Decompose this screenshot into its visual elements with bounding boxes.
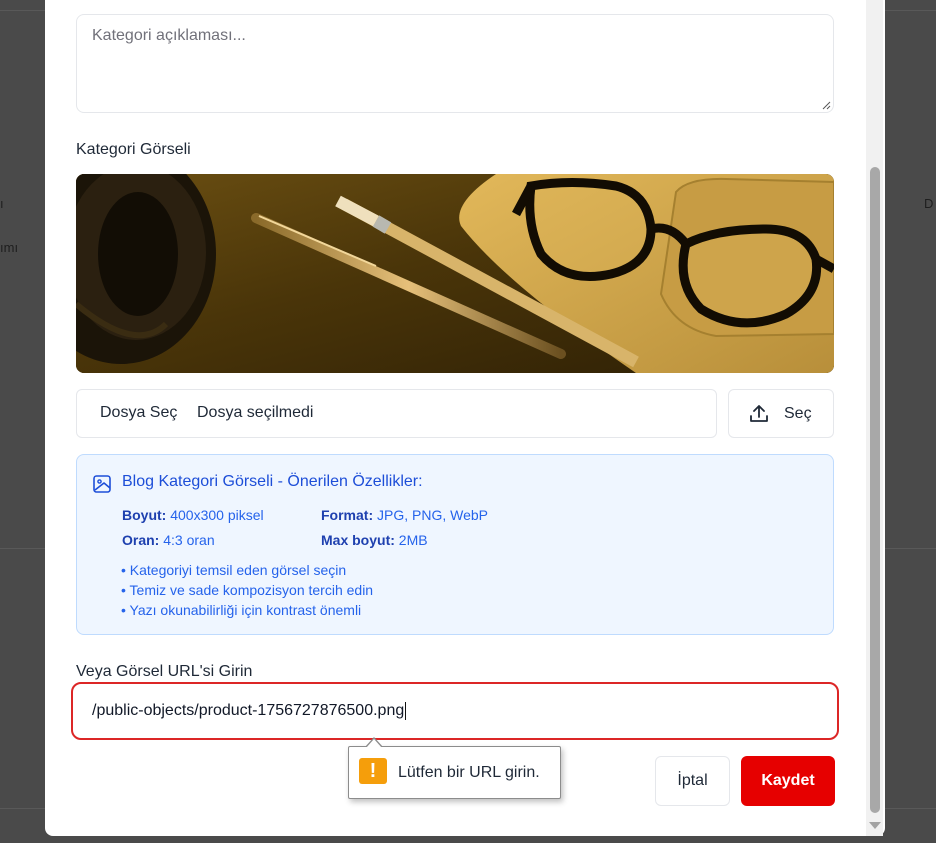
- image-guidelines-box: Blog Kategori Görseli - Önerilen Özellik…: [76, 454, 834, 635]
- validation-message: Lütfen bir URL girin.: [398, 764, 540, 781]
- spec-size-label: Boyut:: [122, 507, 167, 523]
- guideline-tip: • Yazı okunabilirliği için kontrast önem…: [121, 602, 362, 618]
- description-textarea[interactable]: Kategori açıklaması...: [76, 14, 834, 113]
- text-caret: [405, 701, 407, 720]
- category-image-preview: [76, 174, 834, 373]
- select-image-button[interactable]: Seç: [728, 389, 834, 438]
- file-status: Dosya seçilmedi: [197, 404, 314, 421]
- file-input[interactable]: Dosya Seç Dosya seçilmedi: [76, 389, 717, 438]
- spec-format-label: Format:: [321, 507, 374, 523]
- validation-tooltip: ! Lütfen bir URL girin.: [348, 737, 561, 799]
- resize-grip-icon[interactable]: [822, 101, 831, 110]
- guideline-tip: • Temiz ve sade kompozisyon tercih edin: [121, 582, 374, 598]
- guideline-tip: • Kategoriyi temsil eden görsel seçin: [121, 562, 347, 578]
- spec-size: Boyut: 400x300 piksel: [122, 507, 264, 523]
- save-button[interactable]: Kaydet: [741, 756, 835, 806]
- scrollbar-thumb[interactable]: [870, 167, 880, 813]
- spec-format-value: JPG, PNG, WebP: [377, 507, 489, 523]
- spec-max-size-label: Max boyut:: [321, 532, 395, 548]
- select-image-label: Seç: [784, 405, 812, 422]
- spec-size-value: 400x300 piksel: [170, 507, 264, 523]
- spec-format: Format: JPG, PNG, WebP: [321, 507, 488, 523]
- image-url-value: /public-objects/product-1756727876500.pn…: [92, 702, 405, 719]
- spec-ratio: Oran: 4:3 oran: [122, 532, 215, 548]
- choose-file-button[interactable]: Dosya Seç: [100, 404, 177, 422]
- guidelines-title: Blog Kategori Görseli - Önerilen Özellik…: [122, 473, 423, 490]
- tooltip-arrow: [366, 739, 382, 748]
- scroll-down-arrow-icon[interactable]: [869, 822, 881, 829]
- warning-icon: !: [359, 758, 387, 784]
- image-icon: [93, 475, 111, 493]
- background-text: ı: [0, 196, 4, 211]
- spec-ratio-label: Oran:: [122, 532, 160, 548]
- description-placeholder: Kategori açıklaması...: [92, 27, 246, 44]
- desk-photo: [76, 174, 834, 373]
- background-text: D: [924, 196, 934, 211]
- image-url-input[interactable]: /public-objects/product-1756727876500.pn…: [71, 682, 839, 740]
- upload-icon: [750, 405, 768, 422]
- spec-max-size: Max boyut: 2MB: [321, 532, 428, 548]
- image-section-label: Kategori Görseli: [76, 141, 191, 158]
- spec-max-size-value: 2MB: [398, 532, 428, 548]
- spec-ratio-value: 4:3 oran: [163, 532, 215, 548]
- background-text: ımı: [0, 240, 19, 255]
- url-label: Veya Görsel URL'si Girin: [76, 663, 253, 680]
- cancel-button[interactable]: İptal: [655, 756, 730, 806]
